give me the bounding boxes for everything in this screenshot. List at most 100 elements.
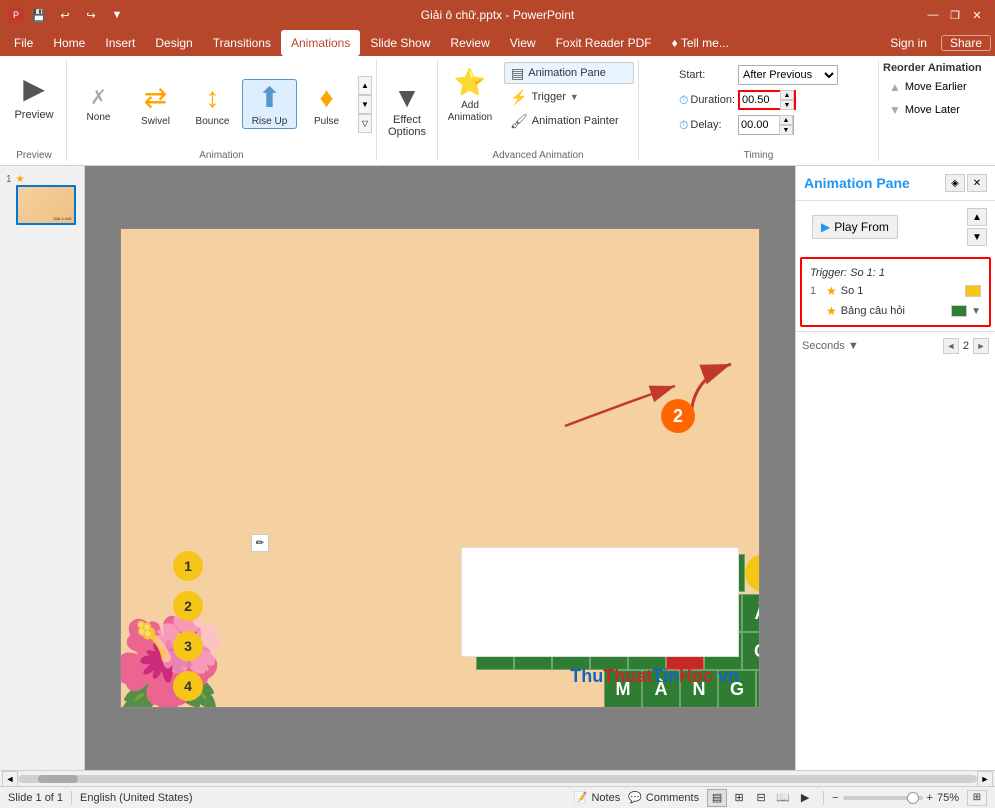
minimize-button[interactable]: — <box>923 6 943 24</box>
page-prev-button[interactable]: ◄ <box>943 338 959 354</box>
anim-scroll-controls: ▲ ▼ ▽ <box>358 76 372 133</box>
anim-scroll-down[interactable]: ▼ <box>358 95 372 114</box>
sign-in-button[interactable]: Sign in <box>880 36 937 50</box>
start-select[interactable]: After Previous On Click With Previous <box>738 65 838 85</box>
title-left: P 💾 ↩ ↪ ▼ <box>8 4 128 26</box>
menu-view[interactable]: View <box>500 30 546 56</box>
start-label: Start: <box>679 69 734 81</box>
trigger-label: Trigger <box>531 91 565 103</box>
anim-bounce-btn[interactable]: ↕ Bounce <box>185 79 240 129</box>
delay-clock-icon: ⏱ <box>679 118 688 133</box>
delay-input[interactable] <box>739 119 779 131</box>
animation-painter-label: Animation Painter <box>532 115 619 127</box>
scroll-left-btn[interactable]: ◄ <box>2 771 18 787</box>
edit-icon-1[interactable]: ✏ <box>251 534 269 552</box>
move-earlier-button[interactable]: ▲ Move Earlier <box>883 76 973 98</box>
zoom-control[interactable]: − + 75% <box>832 792 959 804</box>
animation-list-border: Trigger: So 1: 1 1 ★ So 1 ★ Bảng câu hỏi… <box>800 257 991 327</box>
preview-icon: ▶ <box>23 72 45 105</box>
zoom-in-btn[interactable]: + <box>927 792 933 804</box>
page-number: 2 <box>963 340 969 352</box>
delay-spin-down[interactable]: ▼ <box>779 125 793 135</box>
effect-options-button[interactable]: ▼ EffectOptions <box>381 75 433 145</box>
save-button[interactable]: 💾 <box>28 4 50 26</box>
anim-list-down[interactable]: ▼ <box>967 228 987 246</box>
anim-pane-close[interactable]: ✕ <box>967 174 987 192</box>
timing-group-label: Timing <box>740 150 778 161</box>
app-icon: P <box>8 7 24 23</box>
slide-star-icon: ★ <box>16 174 25 185</box>
duration-spin-down[interactable]: ▼ <box>780 100 794 110</box>
badge-2: 2 <box>661 399 695 433</box>
seconds-label[interactable]: Seconds ▼ <box>802 340 859 352</box>
trigger-button[interactable]: ⚡ Trigger ▼ <box>504 86 634 108</box>
animation-pane-label: Animation Pane <box>528 67 606 79</box>
zoom-thumb[interactable] <box>907 792 919 804</box>
delay-row: ⏱ Delay: ▲ ▼ <box>679 114 794 136</box>
notes-button[interactable]: 📝 Notes <box>574 791 620 804</box>
delay-label: Delay: <box>690 119 721 131</box>
scroll-right-btn[interactable]: ► <box>977 771 993 787</box>
share-button[interactable]: Share <box>941 35 991 51</box>
num-3: 3 <box>173 631 203 661</box>
language-indicator[interactable]: English (United States) <box>80 792 193 804</box>
page-next-button[interactable]: ► <box>973 338 989 354</box>
preview-button[interactable]: ▶ Preview <box>6 60 62 132</box>
anim-item-bang-color <box>951 305 967 317</box>
answer-box[interactable] <box>461 547 739 657</box>
anim-list-up[interactable]: ▲ <box>967 208 987 226</box>
animation-pane-button[interactable]: ▤ Animation Pane <box>504 62 634 84</box>
restore-button[interactable]: ❐ <box>945 6 965 24</box>
anim-item-so1-color <box>965 285 981 297</box>
move-later-button[interactable]: ▼ Move Later <box>883 99 973 121</box>
menu-slideshow[interactable]: Slide Show <box>360 30 440 56</box>
anim-item-so1[interactable]: 1 ★ So 1 <box>806 281 985 301</box>
duration-input[interactable] <box>740 94 780 106</box>
play-from-button[interactable]: ▶ Play From <box>812 215 898 239</box>
menu-animations[interactable]: Animations <box>281 30 360 56</box>
redo-button[interactable]: ↪ <box>80 4 102 26</box>
canvas-area[interactable]: 🌺 🌸 1 2 3 4 5 T H Ự 1 V Ậ T <box>85 166 795 770</box>
zoom-slider[interactable] <box>843 796 923 800</box>
anim-rise-up-btn[interactable]: ⬆ Rise Up <box>242 79 297 129</box>
duration-spin-up[interactable]: ▲ <box>780 90 794 100</box>
menu-foxit[interactable]: Foxit Reader PDF <box>546 30 662 56</box>
close-button[interactable]: ✕ <box>967 6 987 24</box>
anim-scroll-more[interactable]: ▽ <box>358 114 372 133</box>
anim-none-btn[interactable]: ✗ None <box>71 79 126 129</box>
menu-transitions[interactable]: Transitions <box>203 30 281 56</box>
slide-thumbnail[interactable]: 1 ★ Giải ô chữ <box>4 172 80 227</box>
side-numbers: 1 2 3 4 5 <box>173 551 203 708</box>
menu-design[interactable]: Design <box>145 30 202 56</box>
horizontal-scrollbar[interactable]: ◄ ► <box>0 770 995 786</box>
menu-tell-me[interactable]: ♦ Tell me... <box>662 30 739 56</box>
scroll-thumb[interactable] <box>38 775 78 783</box>
menu-review[interactable]: Review <box>440 30 499 56</box>
customize-qat-button[interactable]: ▼ <box>106 4 128 26</box>
comments-button[interactable]: 💬 Comments <box>628 791 699 804</box>
normal-view-btn[interactable]: ▤ <box>707 789 727 807</box>
anim-item-dropdown[interactable]: ▼ <box>971 306 981 317</box>
slide-sorter-btn[interactable]: ⊟ <box>751 789 771 807</box>
zoom-out-btn[interactable]: − <box>832 792 838 804</box>
menu-insert[interactable]: Insert <box>95 30 145 56</box>
add-animation-button[interactable]: ⭐ AddAnimation <box>442 60 498 130</box>
anim-swivel-btn[interactable]: ⇄ Swivel <box>128 79 183 129</box>
undo-button[interactable]: ↩ <box>54 4 76 26</box>
menu-file[interactable]: File <box>4 30 43 56</box>
outline-view-btn[interactable]: ⊞ <box>729 789 749 807</box>
animation-pane-footer: Seconds ▼ ◄ 2 ► <box>796 331 995 360</box>
anim-item-bang-cau-hoi[interactable]: ★ Bảng câu hỏi ▼ <box>806 301 985 321</box>
scroll-track <box>18 775 977 783</box>
menu-home[interactable]: Home <box>43 30 95 56</box>
animation-painter-button[interactable]: 🖌 Animation Painter <box>504 110 634 132</box>
anim-scroll-up[interactable]: ▲ <box>358 76 372 95</box>
slide-panel: 1 ★ Giải ô chữ <box>0 166 85 770</box>
anim-pulse-btn[interactable]: ♦ Pulse <box>299 79 354 129</box>
reading-view-btn[interactable]: 📖 <box>773 789 793 807</box>
slideshow-view-btn[interactable]: ▶ <box>795 789 815 807</box>
delay-spin-up[interactable]: ▲ <box>779 115 793 125</box>
anim-pane-pin[interactable]: ◈ <box>945 174 965 192</box>
slide-info: Slide 1 of 1 <box>8 792 63 804</box>
animation-group-label: Animation <box>195 150 247 161</box>
